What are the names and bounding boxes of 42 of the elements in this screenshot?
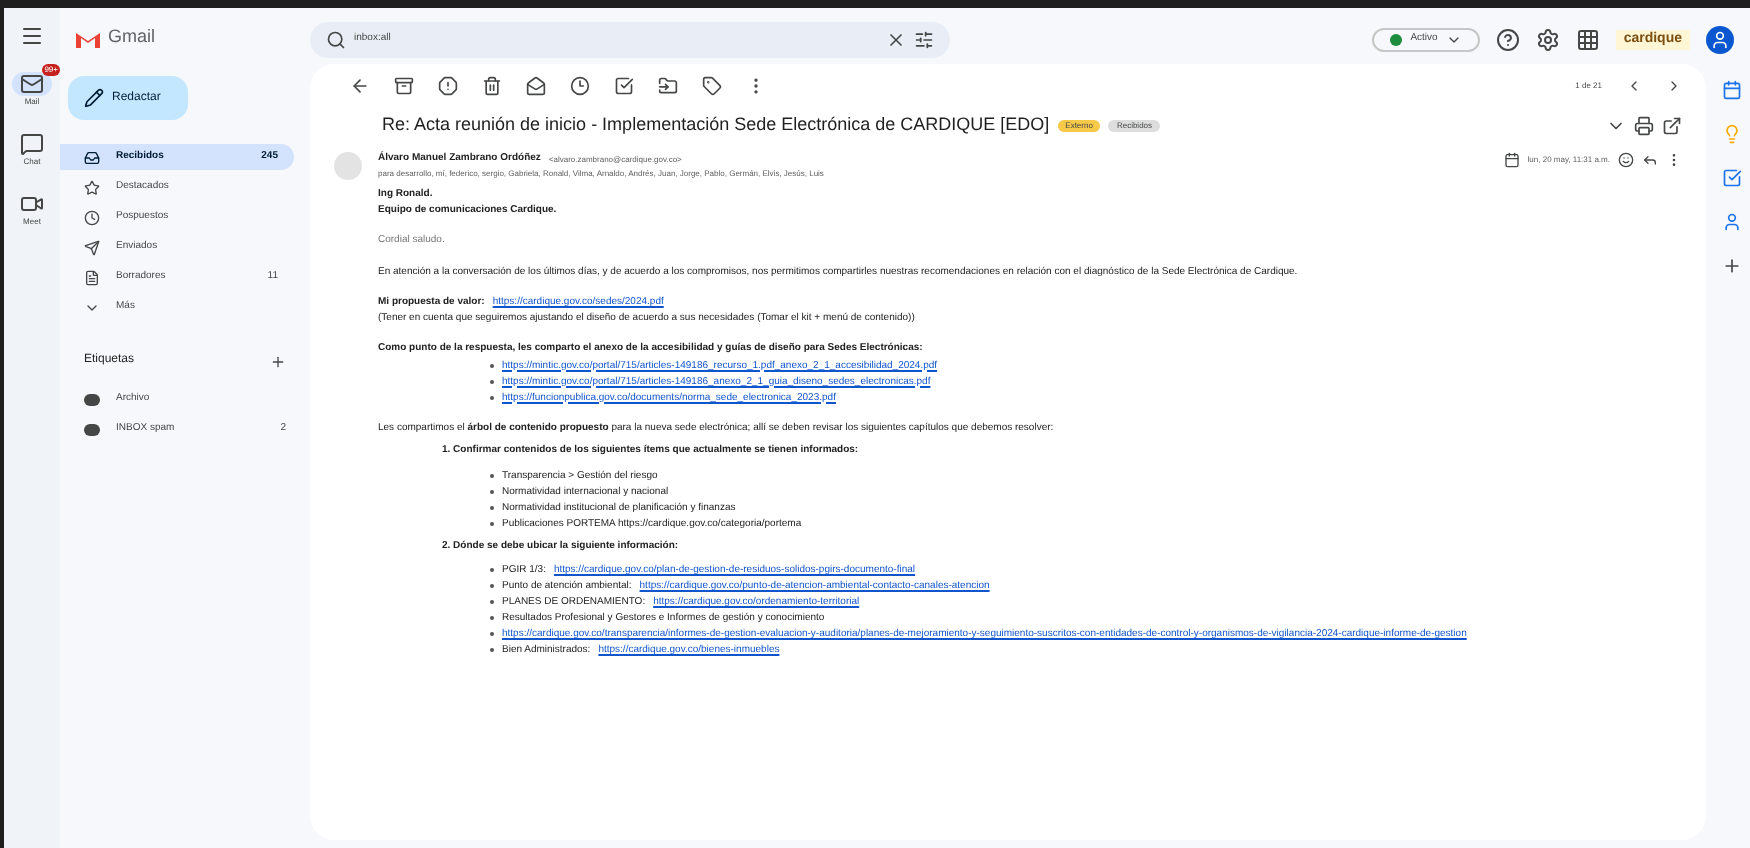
tasks-icon[interactable] [1722, 168, 1742, 188]
inbox-icon [84, 149, 100, 165]
app-name: Gmail [108, 24, 156, 51]
reply-icon[interactable] [1642, 152, 1658, 168]
delete-icon[interactable] [482, 76, 502, 96]
task-icon[interactable] [614, 76, 634, 96]
chat-icon [20, 132, 44, 156]
close-icon [886, 30, 906, 50]
archive-icon[interactable] [394, 76, 414, 96]
caret-icon [1445, 32, 1462, 48]
pencil-icon [84, 88, 104, 108]
back-icon[interactable] [350, 76, 370, 96]
filter-icon [914, 30, 934, 50]
mail-icon [20, 72, 44, 96]
document-icon [84, 269, 100, 285]
clock-icon[interactable] [570, 76, 590, 96]
spam-icon[interactable] [438, 76, 458, 96]
contacts-icon[interactable] [1722, 212, 1742, 232]
settings-icon[interactable] [1535, 28, 1560, 52]
video-icon [20, 192, 44, 216]
previous-icon[interactable] [1626, 78, 1642, 94]
sender-avatar-icon [334, 152, 362, 180]
send-icon [84, 239, 100, 255]
next-icon[interactable] [1666, 78, 1682, 94]
help-icon[interactable] [1495, 28, 1520, 52]
avatar-icon[interactable] [1706, 26, 1734, 54]
envelope-icon[interactable] [526, 76, 546, 96]
search-icon [326, 30, 346, 50]
add-icon[interactable] [1722, 256, 1742, 276]
gmail-logo-icon [76, 29, 100, 47]
menu-icon[interactable] [20, 24, 44, 48]
new-window-icon[interactable] [1662, 116, 1682, 136]
add-label-icon[interactable] [270, 353, 286, 369]
star-icon [84, 179, 100, 195]
calendar-icon[interactable] [1722, 80, 1742, 100]
print-icon[interactable] [1634, 116, 1654, 136]
emoji-icon[interactable] [1618, 152, 1634, 168]
folder-icon[interactable] [658, 76, 678, 96]
label-icon[interactable] [702, 76, 722, 96]
email-subject: Re: Acta reunión de inicio - Implementación Sede Electrónica de CARDIQUE [EDO] [382, 112, 1050, 139]
apps-icon[interactable] [1575, 28, 1600, 52]
clock-icon [84, 209, 100, 225]
